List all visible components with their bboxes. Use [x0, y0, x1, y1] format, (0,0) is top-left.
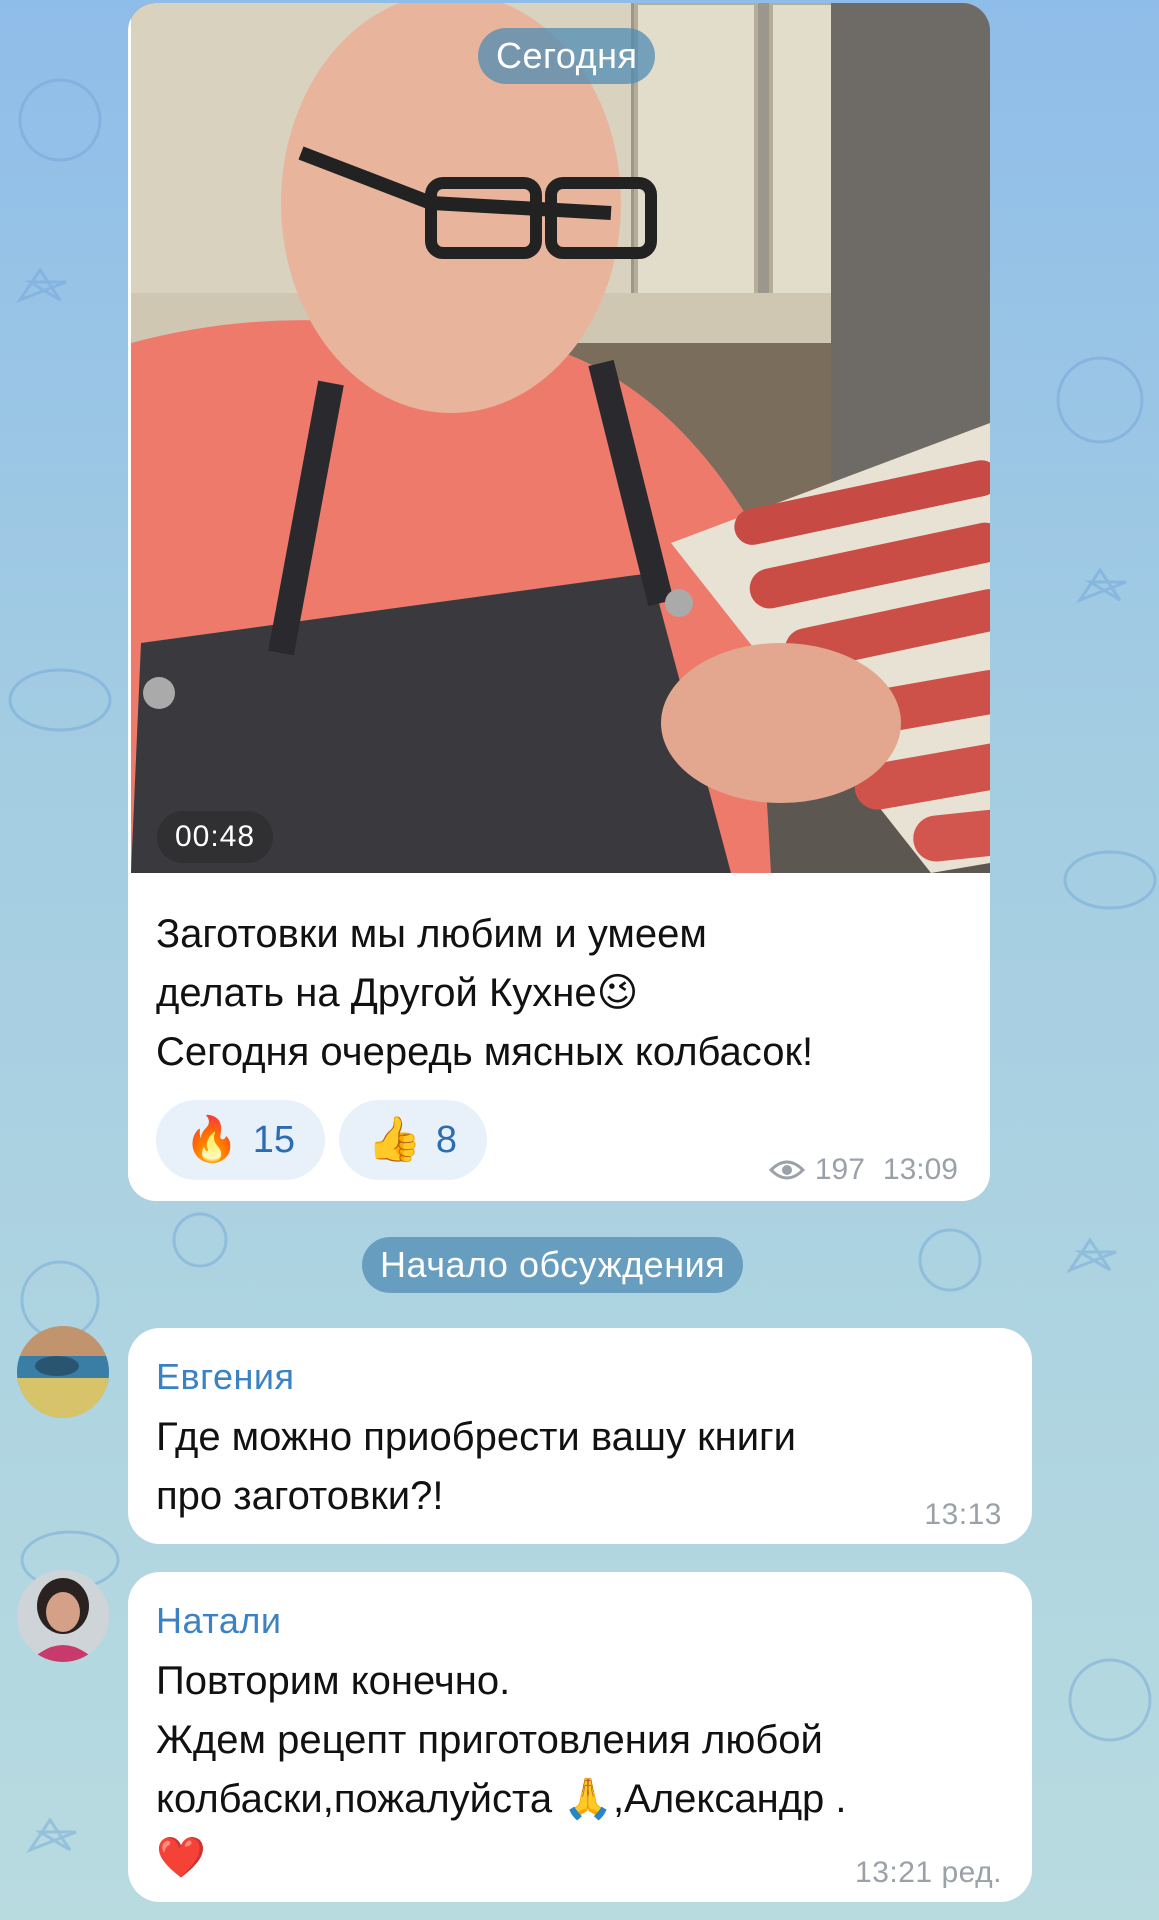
- fire-icon: 🔥: [184, 1115, 239, 1164]
- reaction-thumbs-up[interactable]: 👍 8: [339, 1100, 488, 1180]
- reactions-bar: 🔥 15 👍 8: [156, 1100, 488, 1180]
- comment-time: 13:13: [924, 1498, 1002, 1531]
- reaction-fire[interactable]: 🔥 15: [156, 1100, 326, 1180]
- avatar[interactable]: [17, 1326, 109, 1418]
- comment-text: Повторим конечно. Ждем рецепт приготовле…: [156, 1659, 847, 1880]
- channel-post: 00:48 Заготовки мы любим и умеем делать …: [128, 3, 990, 1201]
- comment-bubble: Евгения Где можно приобрести вашу книги …: [128, 1328, 1032, 1544]
- avatar[interactable]: [17, 1570, 109, 1662]
- video-thumbnail[interactable]: 00:48: [131, 3, 990, 873]
- comment-text: Где можно приобрести вашу книги про заго…: [156, 1415, 796, 1518]
- comment-author[interactable]: Натали: [156, 1600, 281, 1642]
- view-count: 197: [814, 1153, 865, 1186]
- reaction-count: 15: [252, 1118, 296, 1161]
- post-meta: 197 13:09: [768, 1153, 958, 1187]
- comment-time: 13:21 ред.: [855, 1856, 1002, 1889]
- comment-bubble: Натали Повторим конечно. Ждем рецепт при…: [128, 1572, 1032, 1902]
- comment-author[interactable]: Евгения: [156, 1356, 294, 1398]
- post-caption: Заготовки мы любим и умеем делать на Дру…: [156, 912, 814, 1074]
- post-time: 13:09: [882, 1153, 958, 1186]
- date-pill: Сегодня: [478, 28, 656, 84]
- video-duration: 00:48: [157, 811, 274, 863]
- discussion-start-pill: Начало обсуждения: [362, 1237, 744, 1293]
- thumbs-up-icon: 👍: [367, 1115, 422, 1164]
- reaction-count: 8: [435, 1118, 458, 1161]
- eye-icon: [768, 1160, 805, 1180]
